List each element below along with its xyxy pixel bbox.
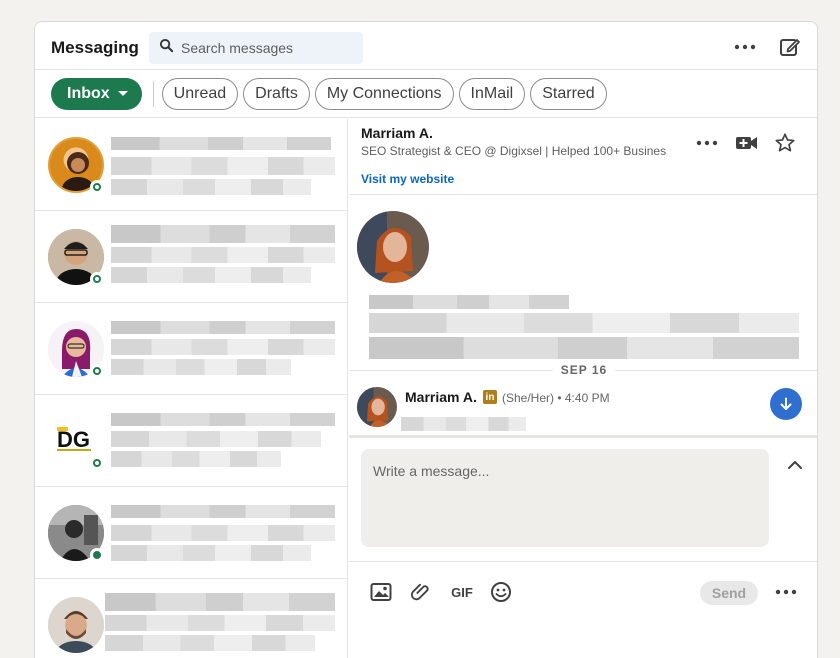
filter-my-connections[interactable]: My Connections xyxy=(314,77,454,110)
avatar xyxy=(48,597,104,653)
thread-header: Marriam A. SEO Strategist & CEO @ Digixs… xyxy=(349,119,817,195)
conversation-item[interactable] xyxy=(35,303,347,395)
filter-drafts[interactable]: Drafts xyxy=(243,77,310,110)
blurred-preview xyxy=(111,179,311,195)
filter-divider xyxy=(152,80,154,107)
online-status-indicator xyxy=(90,272,104,286)
sender-avatar[interactable] xyxy=(357,387,397,427)
contact-headline: SEO Strategist & CEO @ Digixsel | Helped… xyxy=(361,144,667,158)
blurred-message-body xyxy=(401,417,526,431)
blurred-name xyxy=(111,321,335,334)
filter-unread[interactable]: Unread xyxy=(161,77,239,110)
blurred-name xyxy=(111,137,331,150)
message-meta: (She/Her) • 4:40 PM xyxy=(502,391,610,405)
compose-icon xyxy=(780,39,800,56)
paperclip-icon xyxy=(410,583,429,601)
conversation-item[interactable] xyxy=(35,211,347,303)
star-conversation-button[interactable] xyxy=(771,129,799,157)
gif-button[interactable]: GIF xyxy=(447,579,477,605)
arrow-down-icon xyxy=(780,397,792,410)
blurred-name xyxy=(111,505,335,518)
send-button[interactable]: Send xyxy=(700,581,758,605)
video-plus-icon xyxy=(736,137,757,149)
blurred-intro-text xyxy=(369,337,799,359)
blurred-preview xyxy=(111,267,311,283)
messaging-panel: Messaging Inbox Unread Drafts My Connect… xyxy=(34,21,818,658)
message-input[interactable]: Write a message... xyxy=(361,449,769,547)
video-call-button[interactable] xyxy=(733,129,761,157)
compose-new-message-button[interactable] xyxy=(777,34,803,60)
conversation-item[interactable] xyxy=(35,487,347,579)
thread-more-button[interactable] xyxy=(693,129,721,157)
ellipsis-icon xyxy=(734,44,756,50)
blurred-intro-text xyxy=(369,295,569,309)
sender-name[interactable]: Marriam A. xyxy=(405,389,477,405)
search-input[interactable] xyxy=(181,40,351,56)
blurred-preview xyxy=(111,157,335,175)
conversation-item[interactable]: DG xyxy=(35,395,347,487)
more-options-button[interactable] xyxy=(732,34,758,60)
conversation-thread: Marriam A. SEO Strategist & CEO @ Digixs… xyxy=(349,119,817,658)
caret-down-icon xyxy=(117,91,128,96)
contact-profile-photo[interactable] xyxy=(357,211,429,283)
conversation-item[interactable] xyxy=(35,579,347,658)
online-status-indicator xyxy=(90,364,104,378)
online-status-indicator xyxy=(90,180,104,194)
online-status-indicator xyxy=(90,548,104,562)
messaging-header: Messaging xyxy=(35,22,817,70)
blurred-preview xyxy=(111,359,291,375)
blurred-name xyxy=(111,413,335,426)
smiley-icon xyxy=(491,582,511,602)
image-icon xyxy=(370,583,392,601)
date-divider: SEP 16 xyxy=(349,363,817,377)
linkedin-premium-icon: in xyxy=(483,390,497,404)
ellipsis-icon xyxy=(775,589,797,595)
ellipsis-icon xyxy=(696,140,718,146)
attach-image-button[interactable] xyxy=(368,579,394,605)
blurred-preview xyxy=(105,615,335,631)
blurred-name xyxy=(105,593,335,611)
inbox-label: Inbox xyxy=(67,84,110,102)
search-icon xyxy=(159,38,174,58)
emoji-button[interactable] xyxy=(488,579,514,605)
conversation-item[interactable] xyxy=(35,119,347,211)
date-divider-label: SEP 16 xyxy=(552,363,616,377)
search-box[interactable] xyxy=(149,32,363,64)
website-link[interactable]: Visit my website xyxy=(361,172,454,186)
blurred-preview xyxy=(105,635,315,651)
blurred-name xyxy=(111,225,335,243)
scroll-to-latest-button[interactable] xyxy=(770,388,802,420)
blurred-preview xyxy=(111,525,335,541)
attach-file-button[interactable] xyxy=(408,579,434,605)
toolbar-separator xyxy=(349,561,817,562)
blurred-preview xyxy=(111,247,335,263)
conversation-list: DG xyxy=(35,119,348,658)
online-status-indicator xyxy=(90,456,104,470)
chevron-up-icon xyxy=(788,461,802,469)
contact-name[interactable]: Marriam A. xyxy=(361,125,433,141)
blurred-preview xyxy=(111,431,321,447)
filter-starred[interactable]: Starred xyxy=(530,77,607,110)
inbox-dropdown[interactable]: Inbox xyxy=(51,77,142,110)
blurred-preview xyxy=(111,451,281,467)
compose-separator xyxy=(349,435,817,438)
page-title: Messaging xyxy=(51,38,139,57)
filter-bar: Inbox Unread Drafts My Connections InMai… xyxy=(35,70,817,118)
filter-inmail[interactable]: InMail xyxy=(458,77,526,110)
blurred-preview xyxy=(111,339,335,355)
blurred-intro-text xyxy=(369,313,799,333)
star-icon xyxy=(775,133,795,152)
compose-more-button[interactable] xyxy=(773,579,799,605)
blurred-preview xyxy=(111,545,311,561)
expand-compose-button[interactable] xyxy=(783,453,807,477)
